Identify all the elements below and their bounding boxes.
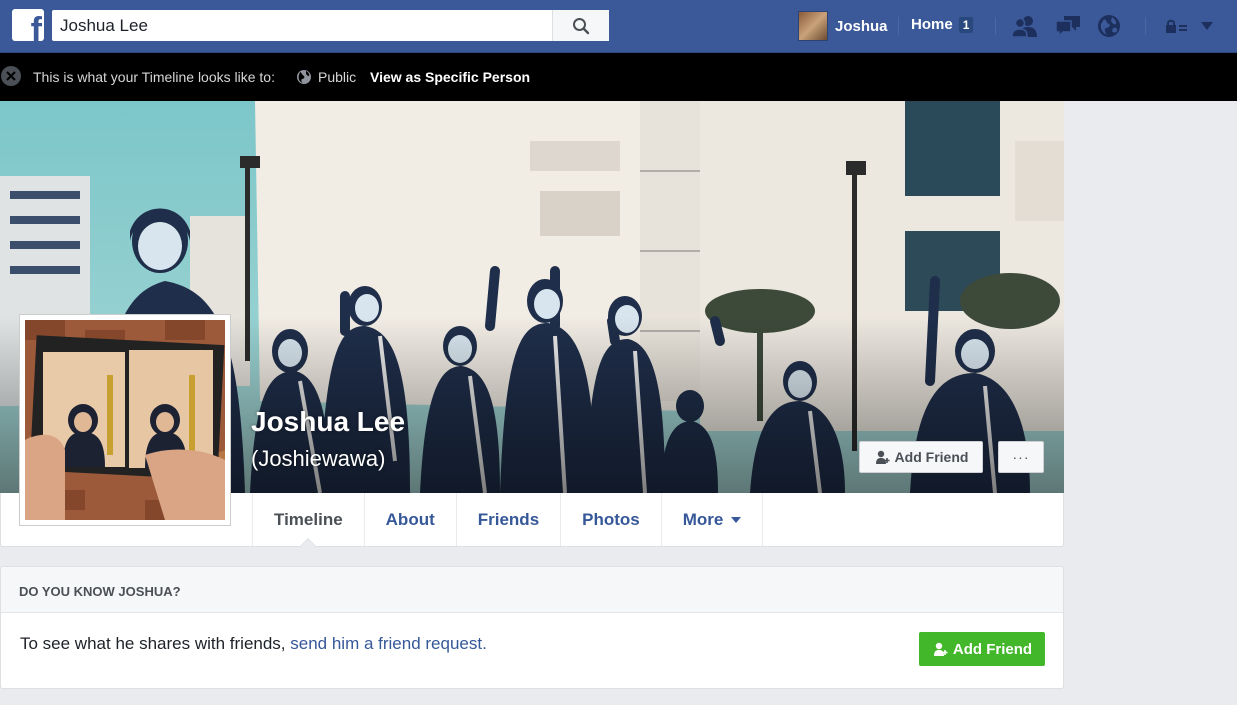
profile-shortcut[interactable]: Joshua (798, 11, 888, 41)
search-input[interactable] (52, 10, 552, 41)
tab-label: More (682, 509, 724, 529)
top-navigation-bar: f Joshua Home 1 (0, 0, 1237, 53)
nav-divider (995, 17, 996, 35)
add-friend-icon (933, 642, 948, 656)
profile-name[interactable]: Joshua Lee (251, 406, 405, 438)
account-menu-button[interactable] (1194, 13, 1220, 39)
add-friend-label: Add Friend (952, 640, 1033, 658)
friend-requests-icon (1011, 16, 1037, 37)
tab-label: About (385, 509, 435, 529)
nav-divider (898, 17, 899, 35)
tab-friends[interactable]: Friends (457, 493, 562, 546)
add-friend-button[interactable]: Add Friend (859, 441, 983, 473)
do-you-know-text: To see what he shares with friends, send… (20, 634, 487, 654)
do-you-know-heading: DO YOU KNOW JOSHUA? (1, 567, 1063, 613)
caret-down-icon (731, 516, 742, 523)
tab-label: Friends (477, 509, 540, 529)
more-options-button[interactable]: ··· (998, 441, 1044, 473)
nav-divider (1145, 17, 1146, 35)
notice-text: This is what your Timeline looks like to… (33, 69, 275, 85)
tab-label: Timeline (274, 509, 343, 529)
lock-icon (1166, 19, 1187, 33)
facebook-logo-icon[interactable]: f (12, 9, 44, 41)
close-button[interactable] (1, 66, 21, 86)
tab-photos[interactable]: Photos (561, 493, 662, 546)
tab-label: Photos (582, 509, 640, 529)
public-globe-icon (297, 70, 311, 84)
do-you-know-message: To see what he shares with friends, (20, 634, 291, 653)
profile-alternate-name: (Joshiewawa) (251, 446, 386, 471)
tab-about[interactable]: About (365, 493, 457, 546)
privacy-shortcuts-button[interactable] (1162, 13, 1192, 39)
do-you-know-box: DO YOU KNOW JOSHUA? To see what he share… (0, 566, 1064, 689)
add-friend-green-button[interactable]: Add Friend (919, 632, 1045, 666)
search-icon (573, 17, 590, 34)
search-button[interactable] (552, 10, 609, 41)
close-icon (6, 71, 16, 81)
profile-shortcut-name: Joshua (835, 17, 888, 35)
tab-timeline[interactable]: Timeline (253, 493, 365, 547)
home-label: Home (911, 16, 953, 33)
messages-button[interactable] (1054, 13, 1082, 39)
add-friend-icon (875, 450, 890, 464)
search-box (52, 10, 609, 41)
globe-icon (1098, 15, 1120, 37)
tab-more[interactable]: More (662, 493, 764, 546)
notifications-button[interactable] (1095, 13, 1123, 39)
home-link[interactable]: Home 1 (911, 16, 974, 33)
profile-picture-image (25, 320, 225, 520)
home-count-badge: 1 (958, 16, 974, 33)
chevron-down-icon (1201, 22, 1213, 30)
more-options-icon: ··· (1012, 449, 1030, 465)
profile-tabs: Timeline About Friends Photos More (252, 493, 764, 547)
profile-picture[interactable] (19, 314, 231, 526)
add-friend-label: Add Friend (894, 449, 969, 465)
friend-requests-button[interactable] (1011, 13, 1039, 39)
view-as-notice-bar: This is what your Timeline looks like to… (0, 53, 1237, 101)
messages-icon (1055, 16, 1080, 38)
view-as-specific-person-link[interactable]: View as Specific Person (370, 69, 530, 85)
send-friend-request-link[interactable]: send him a friend request. (290, 634, 487, 653)
avatar (798, 11, 828, 41)
audience-label: Public (318, 69, 357, 85)
